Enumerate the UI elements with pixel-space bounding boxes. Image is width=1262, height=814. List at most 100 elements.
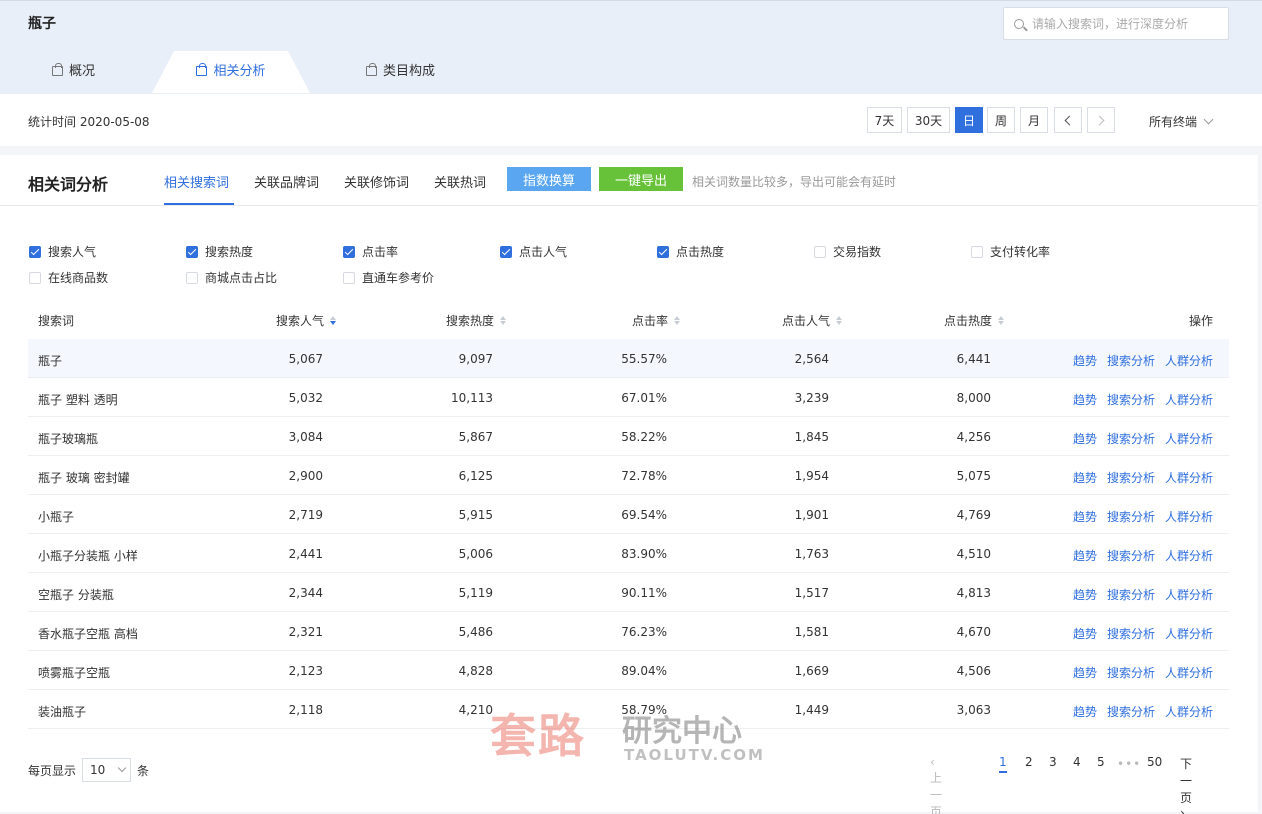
value-cell: 9,097 — [458, 352, 493, 366]
crowd-analysis-link[interactable]: 人群分析 — [1165, 430, 1213, 447]
page-button[interactable]: 4 — [1073, 755, 1081, 769]
crowd-analysis-link[interactable]: 人群分析 — [1165, 547, 1213, 564]
metric-checkbox[interactable]: 点击人气 — [500, 243, 567, 260]
metric-label: 支付转化率 — [990, 245, 1051, 259]
table-row: 喷雾瓶子空瓶 2,123 4,828 89.04% 1,669 4,506 趋势 搜索分析 人群… — [28, 651, 1229, 690]
range-week-button[interactable]: 周 — [987, 107, 1015, 133]
metric-checkbox[interactable]: 直通车参考价 — [343, 269, 434, 286]
keyword-cell: 喷雾瓶子空瓶 — [38, 666, 111, 680]
range-day-button[interactable]: 日 — [955, 107, 983, 133]
col-search-popularity[interactable]: 搜索人气 — [276, 312, 336, 329]
page-button[interactable]: 50 — [1147, 755, 1162, 769]
terminal-select[interactable]: 所有终端 — [1149, 113, 1214, 130]
per-page: 每页显示 10 条 — [28, 758, 149, 782]
page-title: 瓶子 — [28, 16, 56, 32]
metric-checkbox[interactable]: 搜索热度 — [186, 243, 253, 260]
value-cell: 1,954 — [794, 469, 829, 483]
keyword-cell: 小瓶子分装瓶 小样 — [38, 549, 138, 563]
trend-link[interactable]: 趋势 — [1073, 586, 1097, 603]
trend-link[interactable]: 趋势 — [1073, 391, 1097, 408]
search-analysis-link[interactable]: 搜索分析 — [1107, 352, 1155, 369]
value-cell: 10,113 — [451, 391, 493, 405]
next-page-button[interactable]: 下一页 › — [1180, 755, 1192, 814]
page-button[interactable]: 1 — [999, 755, 1007, 773]
trend-link[interactable]: 趋势 — [1073, 625, 1097, 642]
trend-link[interactable]: 趋势 — [1073, 508, 1097, 525]
metric-checkbox[interactable]: 交易指数 — [814, 243, 881, 260]
tab-label: 类目构成 — [383, 64, 436, 79]
value-cell: 4,670 — [956, 625, 991, 639]
crowd-analysis-link[interactable]: 人群分析 — [1165, 664, 1213, 681]
prev-page-button[interactable]: ‹ 上一页 — [930, 755, 942, 814]
related-words-panel: 相关词分析 相关搜索词 关联品牌词 关联修饰词 关联热词 指数换算 一键导出 相… — [0, 155, 1258, 814]
subtab-hot[interactable]: 关联热词 — [434, 172, 486, 191]
tab-overview[interactable]: 概况 — [52, 51, 95, 93]
row-actions: 趋势 搜索分析 人群分析 — [1073, 664, 1213, 681]
crowd-analysis-link[interactable]: 人群分析 — [1165, 391, 1213, 408]
search-input[interactable]: 请输入搜索词，进行深度分析 — [1003, 7, 1229, 40]
value-cell: 67.01% — [621, 391, 667, 405]
crowd-analysis-link[interactable]: 人群分析 — [1165, 508, 1213, 525]
crowd-analysis-link[interactable]: 人群分析 — [1165, 586, 1213, 603]
search-analysis-link[interactable]: 搜索分析 — [1107, 625, 1155, 642]
metric-checkbox[interactable]: 搜索人气 — [29, 243, 96, 260]
next-date-button[interactable] — [1087, 107, 1115, 133]
row-actions: 趋势 搜索分析 人群分析 — [1073, 703, 1213, 720]
crowd-analysis-link[interactable]: 人群分析 — [1165, 469, 1213, 486]
col-label: 搜索热度 — [445, 314, 494, 328]
crowd-analysis-link[interactable]: 人群分析 — [1165, 625, 1213, 642]
trend-link[interactable]: 趋势 — [1073, 469, 1097, 486]
col-click-popularity[interactable]: 点击人气 — [782, 312, 842, 329]
trend-link[interactable]: 趋势 — [1073, 664, 1097, 681]
col-click-heat[interactable]: 点击热度 — [944, 312, 1004, 329]
pagination-ellipsis[interactable]: ••• — [1117, 757, 1141, 771]
metric-checkbox[interactable]: 点击率 — [343, 243, 398, 260]
per-page-select[interactable]: 10 — [82, 758, 132, 782]
tab-related-analysis[interactable]: 相关分析 — [152, 51, 310, 93]
range-7d-button[interactable]: 7天 — [867, 107, 902, 133]
trend-link[interactable]: 趋势 — [1073, 430, 1097, 447]
metric-checkbox[interactable]: 支付转化率 — [971, 243, 1050, 260]
value-cell: 6,441 — [956, 352, 991, 366]
crowd-analysis-link[interactable]: 人群分析 — [1165, 703, 1213, 720]
page-button[interactable]: 5 — [1097, 755, 1105, 769]
search-analysis-link[interactable]: 搜索分析 — [1107, 586, 1155, 603]
subtab-related-search[interactable]: 相关搜索词 — [164, 172, 229, 191]
metric-checkbox[interactable]: 商城点击占比 — [186, 269, 277, 286]
page-button[interactable]: 3 — [1049, 755, 1057, 769]
metric-label: 点击热度 — [676, 245, 725, 259]
search-analysis-link[interactable]: 搜索分析 — [1107, 703, 1155, 720]
index-convert-button[interactable]: 指数换算 — [507, 167, 591, 191]
trend-link[interactable]: 趋势 — [1073, 352, 1097, 369]
search-analysis-link[interactable]: 搜索分析 — [1107, 430, 1155, 447]
trend-link[interactable]: 趋势 — [1073, 547, 1097, 564]
tab-category[interactable]: 类目构成 — [366, 51, 435, 93]
value-cell: 5,067 — [288, 352, 323, 366]
metric-label: 在线商品数 — [48, 271, 109, 285]
metric-checkbox[interactable]: 在线商品数 — [29, 269, 108, 286]
metric-checkbox[interactable]: 点击热度 — [657, 243, 724, 260]
col-actions: 操作 — [1188, 314, 1213, 328]
search-analysis-link[interactable]: 搜索分析 — [1107, 664, 1155, 681]
table-row: 装油瓶子 2,118 4,210 58.79% 1,449 3,063 趋势 搜索分析 人群分析 — [28, 690, 1229, 729]
range-30d-button[interactable]: 30天 — [907, 107, 950, 133]
search-analysis-link[interactable]: 搜索分析 — [1107, 547, 1155, 564]
value-cell: 5,006 — [458, 547, 493, 561]
search-analysis-link[interactable]: 搜索分析 — [1107, 469, 1155, 486]
value-cell: 1,669 — [794, 664, 829, 678]
subtab-modifier[interactable]: 关联修饰词 — [344, 172, 409, 191]
prev-date-button[interactable] — [1054, 107, 1082, 133]
subtab-brand[interactable]: 关联品牌词 — [254, 172, 319, 191]
page-button[interactable]: 2 — [1025, 755, 1033, 769]
export-button[interactable]: 一键导出 — [599, 167, 683, 191]
col-ctr[interactable]: 点击率 — [632, 312, 680, 329]
col-search-heat[interactable]: 搜索热度 — [446, 312, 506, 329]
search-analysis-link[interactable]: 搜索分析 — [1107, 391, 1155, 408]
range-month-button[interactable]: 月 — [1020, 107, 1048, 133]
search-analysis-link[interactable]: 搜索分析 — [1107, 508, 1155, 525]
value-cell: 83.90% — [621, 547, 667, 561]
trend-link[interactable]: 趋势 — [1073, 703, 1097, 720]
value-cell: 5,486 — [458, 625, 493, 639]
crowd-analysis-link[interactable]: 人群分析 — [1165, 352, 1213, 369]
checkbox-icon — [186, 271, 198, 284]
